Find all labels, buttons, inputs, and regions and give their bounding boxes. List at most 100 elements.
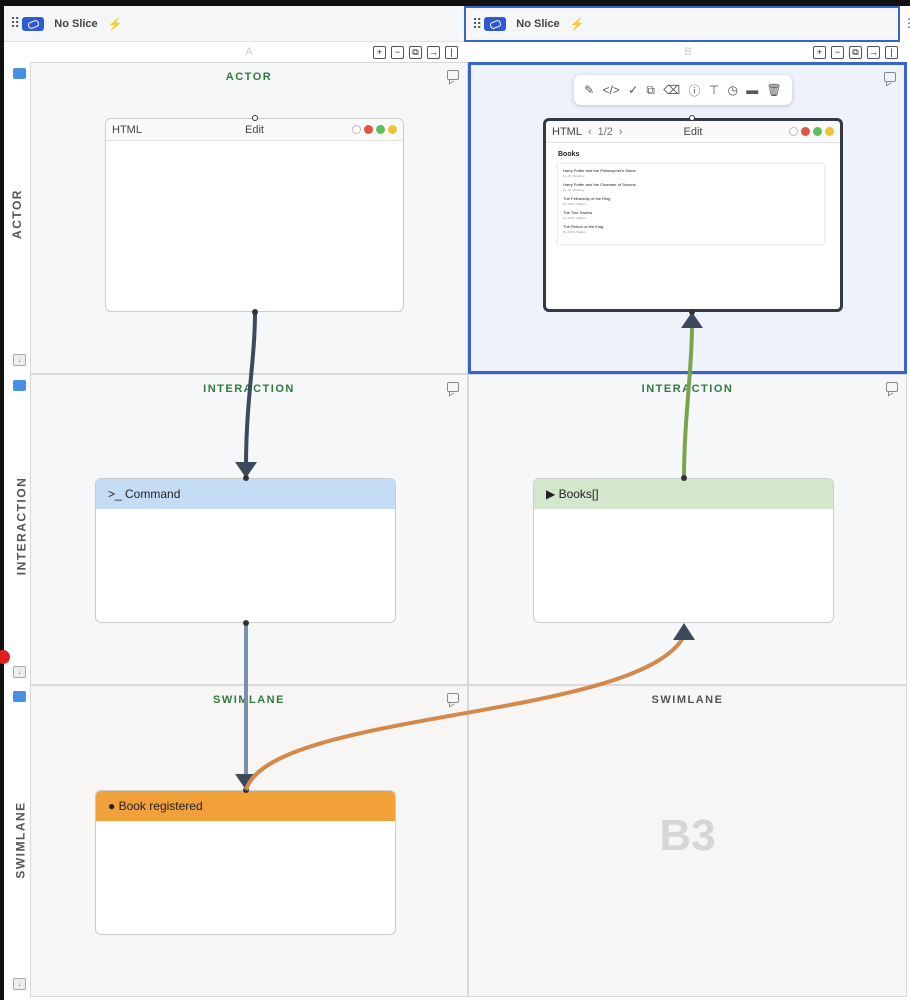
book-title: The Fellowship of the Ring [563,196,611,201]
cell-title: SWIMLANE [651,694,724,706]
lane-label: ACTOR [9,189,24,239]
element-toolbar: ✎ </> ✓ ⧉ ⌫ ⓘ ⊤ ◷ ▬ 🗑 [574,75,792,105]
html-mockup-card-b[interactable]: HTML ‹ 1/2 › Edit Books Harry Potter and… [543,118,843,312]
magic-wand-icon[interactable]: ⚡ [108,17,123,31]
node-header[interactable]: >_ Command [96,479,395,509]
yellow-dot-icon[interactable] [388,125,397,134]
slice-header-a[interactable]: ⠿ No Slice ⚡ [4,6,464,42]
book-author: by J.R.R. Tolkien [563,230,586,234]
card-bar: HTML Edit [106,119,403,141]
lane-rail-swimlane: SWIMLANE + ↓ +S [4,685,51,1000]
split-column-button[interactable]: | [445,45,458,59]
list-item: Harry Potter and the Philosopher's Stone… [563,168,819,178]
hierarchy-icon[interactable]: ⊤ [709,83,719,97]
node-header[interactable]: ● Book registered [96,791,395,821]
comment-icon[interactable] [447,382,459,392]
red-dot-icon[interactable] [801,127,810,136]
column-header-b: B + − ⧉ → | [468,42,908,62]
book-author: by J.R.R. Tolkien [563,202,586,206]
edit-link[interactable]: Edit [245,124,264,136]
command-node[interactable]: >_ Command [95,478,396,623]
book-title: The Return of the King [563,224,604,229]
column-controls: + − ⧉ → | [373,45,458,59]
lane-down-icon[interactable]: ↓ [13,354,26,366]
book-title: The Two Towers [563,210,592,215]
cell-title: ACTOR [225,71,273,83]
cell-title: INTERACTION [641,383,734,395]
pager-next-button[interactable]: › [619,126,623,138]
lane-label: SWIMLANE [13,801,28,879]
readmodel-node[interactable]: ▶ Books[] [533,478,834,623]
pencil-icon[interactable]: ✎ [584,83,594,97]
remove-column-button[interactable]: − [831,45,844,59]
list-item: The Two Towers by J.R.R. Tolkien [563,210,819,220]
white-dot-icon[interactable] [352,125,361,134]
column-header-a: A + − ⧉ → | [30,42,468,62]
pager-prev-button[interactable]: ‹ [588,126,592,138]
slice-header-b[interactable]: ⠿ No Slice ⚡ [464,6,900,42]
comment-icon[interactable] [886,382,898,392]
lane-down-icon[interactable]: ↓ [13,666,26,678]
comment-icon[interactable]: ▬ [746,83,758,97]
cell-title: SWIMLANE [213,694,285,706]
pager-label: 1/2 [597,125,613,138]
lane-rail-interaction: INTERACTION ↓ + [4,374,45,685]
book-author: by J.K. Rowling [563,174,584,178]
comment-icon[interactable] [884,72,896,82]
split-column-button[interactable]: | [885,45,898,59]
slice-badge-icon[interactable] [22,16,45,31]
drag-handle-icon[interactable]: ⠿ [10,15,20,32]
html-mockup-card-a[interactable]: HTML Edit [105,118,404,312]
book-list: Harry Potter and the Philosopher's Stone… [558,164,824,244]
magic-wand-icon[interactable]: ⚡ [570,17,585,31]
trash-icon[interactable]: 🗑 [767,83,782,97]
move-column-button[interactable]: → [427,45,440,59]
duplicate-column-button[interactable]: ⧉ [409,45,422,59]
move-column-button[interactable]: → [867,45,880,59]
red-dot-icon[interactable] [364,125,373,134]
remove-column-button[interactable]: − [391,45,404,59]
edit-lane-icon[interactable] [13,68,26,79]
add-column-button[interactable]: + [373,45,386,59]
lane-label: INTERACTION [14,476,29,576]
card-bar: HTML ‹ 1/2 › Edit [546,121,840,143]
slice-name[interactable]: No Slice [54,18,97,30]
green-dot-icon[interactable] [376,125,385,134]
comment-icon[interactable] [447,693,459,703]
edit-lane-icon[interactable] [13,691,26,702]
drag-handle-icon[interactable]: ⠿ [472,16,482,33]
edit-link[interactable]: Edit [684,126,703,138]
info-icon[interactable]: ⓘ [688,82,700,99]
event-node[interactable]: ● Book registered [95,790,396,935]
window-dots [352,125,397,134]
list-item: The Fellowship of the Ring by J.R.R. Tolk… [563,196,819,206]
edit-lane-icon[interactable] [13,380,26,391]
list-item: Harry Potter and the Chamber of Secrets b… [563,182,819,192]
slice-name[interactable]: No Slice [516,18,559,30]
green-dot-icon[interactable] [813,127,822,136]
eraser-icon[interactable]: ⌫ [663,83,680,97]
book-author: by J.K. Rowling [563,188,584,192]
book-title: Harry Potter and the Chamber of Secrets [563,182,636,187]
node-header[interactable]: ▶ Books[] [534,479,833,509]
column-letter: A [245,46,253,58]
drag-handle-icon[interactable]: ⋮ [903,16,910,30]
preview-title: Books [558,151,580,158]
column-controls: + − ⧉ → | [813,45,898,59]
add-column-button[interactable]: + [813,45,826,59]
code-icon[interactable]: </> [602,83,619,97]
clock-icon[interactable]: ◷ [727,83,737,97]
copy-icon[interactable]: ⧉ [646,83,655,98]
column-letter: B [684,46,692,58]
white-dot-icon[interactable] [789,127,798,136]
check-icon[interactable]: ✓ [628,83,638,97]
card-type-label: HTML [112,123,142,136]
slice-badge-icon[interactable] [484,17,507,31]
duplicate-column-button[interactable]: ⧉ [849,45,862,59]
comment-icon[interactable] [447,70,459,80]
card-type-label: HTML [552,125,582,138]
cell-b3[interactable]: SWIMLANE B3 [468,685,907,997]
book-author: by J.R.R. Tolkien [563,216,586,220]
lane-down-icon[interactable]: ↓ [13,978,26,990]
yellow-dot-icon[interactable] [825,127,834,136]
